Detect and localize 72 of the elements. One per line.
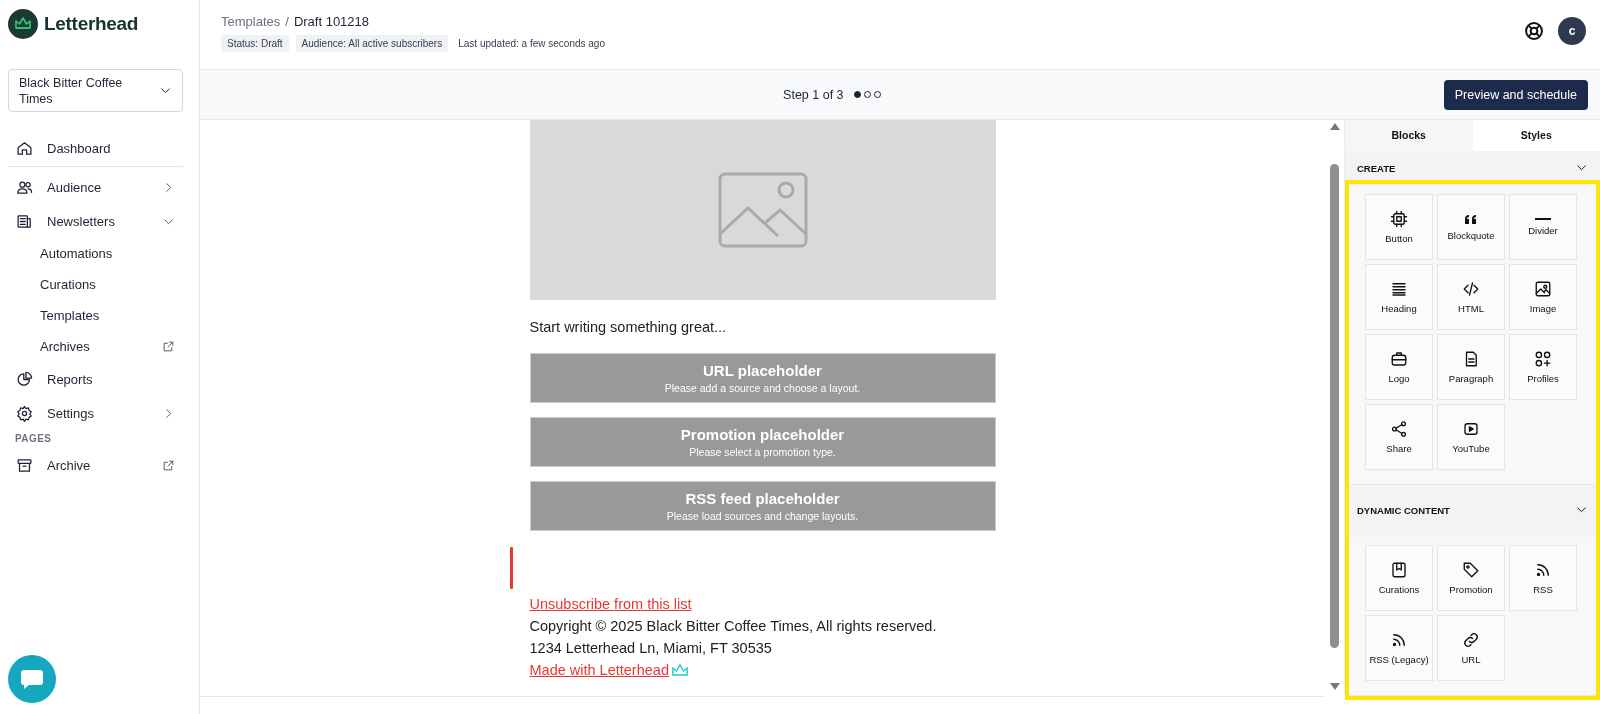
- logo-icon: [8, 9, 38, 39]
- last-updated: Last updated: a few seconds ago: [458, 38, 605, 49]
- chip-icon: [1390, 209, 1408, 228]
- block-tile[interactable]: Button: [1365, 193, 1433, 260]
- user-avatar[interactable]: c: [1558, 17, 1586, 45]
- step-label: Step 1 of 3: [783, 87, 844, 102]
- block-tile[interactable]: Divider: [1509, 193, 1577, 260]
- block-tile[interactable]: Logo: [1365, 333, 1433, 400]
- block-tile[interactable]: Share: [1365, 403, 1433, 470]
- link-icon: [1462, 631, 1480, 649]
- section-heading: PAGES: [14, 432, 53, 446]
- newspaper-icon: [16, 212, 33, 230]
- unsubscribe-link[interactable]: Unsubscribe from this list: [529, 593, 692, 615]
- block-tile[interactable]: RSS (Legacy): [1365, 615, 1433, 681]
- image-icon: [717, 172, 808, 248]
- block-tile[interactable]: RSS: [1509, 545, 1577, 611]
- bookmark-icon: [1390, 561, 1408, 579]
- share-icon: [1390, 419, 1408, 438]
- block-tile[interactable]: Promotion: [1437, 545, 1505, 611]
- block-tile[interactable]: Curations: [1365, 545, 1433, 611]
- body-text[interactable]: Start writing something great...: [529, 318, 996, 336]
- nav-item[interactable]: Reports: [8, 362, 183, 396]
- external-link-icon: [162, 340, 175, 353]
- nav-subitem[interactable]: Automations: [8, 238, 183, 269]
- nav-subitem[interactable]: Archives: [8, 331, 183, 362]
- settings-icon: [16, 404, 33, 422]
- block-tile[interactable]: Heading: [1365, 263, 1433, 330]
- external-link-icon: [162, 458, 175, 472]
- status-tag: Status: Draft: [221, 35, 289, 52]
- lifebuoy-icon[interactable]: [1524, 21, 1544, 41]
- drop-indicator: [510, 547, 513, 589]
- nav-item[interactable]: Archive: [8, 448, 183, 482]
- block-tile[interactable]: URL: [1437, 615, 1505, 681]
- archive-box-icon: [16, 456, 33, 474]
- home-icon: [16, 139, 33, 157]
- status-tag: Audience: All active subscribers: [295, 35, 449, 52]
- breadcrumb-current: Draft 101218: [293, 14, 370, 29]
- briefcase-icon: [1390, 349, 1408, 368]
- nav-item[interactable]: Settings: [8, 396, 183, 430]
- shapes-grid-icon: [1534, 349, 1552, 368]
- block-tile[interactable]: Blockquote: [1437, 193, 1505, 260]
- made-with-link[interactable]: Made with Letterhead: [529, 659, 689, 681]
- nav-item[interactable]: Newsletters: [8, 204, 183, 238]
- code-icon: [1462, 279, 1480, 298]
- address-text: 1234 Letterhead Ln, Miami, FT 30535: [529, 639, 773, 658]
- chat-button[interactable]: [8, 655, 56, 703]
- scrollbar-thumb[interactable]: [1330, 163, 1339, 648]
- rss-icon: [1390, 631, 1408, 649]
- preview-and-schedule-button[interactable]: Preview and schedule: [1443, 79, 1588, 110]
- block-tile[interactable]: Profiles: [1509, 333, 1577, 400]
- block-tile[interactable]: Image: [1509, 263, 1577, 330]
- block-tile[interactable]: YouTube: [1437, 403, 1505, 470]
- horizontal-line-icon: [1535, 217, 1551, 220]
- nav-item[interactable]: Audience: [8, 170, 183, 204]
- panel-tab[interactable]: Styles: [1472, 120, 1600, 151]
- breadcrumb-separator: /: [285, 14, 289, 29]
- block-tile[interactable]: HTML: [1437, 263, 1505, 330]
- quote-icon: [1464, 212, 1478, 225]
- nav-item[interactable]: Dashboard: [8, 131, 183, 165]
- tag-icon: [1462, 561, 1480, 579]
- rss-icon: [1534, 561, 1552, 579]
- nav-subitem[interactable]: Templates: [8, 300, 183, 331]
- copyright-text: Copyright © 2025 Black Bitter Coffee Times, All rights reserved.: [529, 617, 938, 636]
- chat-icon: [20, 668, 44, 690]
- brand-name: Letterhead: [44, 13, 139, 35]
- publication-select[interactable]: Black Bitter Coffee Times: [8, 69, 183, 112]
- block-tile[interactable]: Paragraph: [1437, 333, 1505, 400]
- pie-chart-icon: [16, 370, 33, 388]
- breadcrumb-link[interactable]: Templates: [221, 14, 281, 29]
- crown-icon: [670, 662, 689, 678]
- nav-subitem[interactable]: Curations: [8, 269, 183, 300]
- image-icon: [1534, 279, 1552, 298]
